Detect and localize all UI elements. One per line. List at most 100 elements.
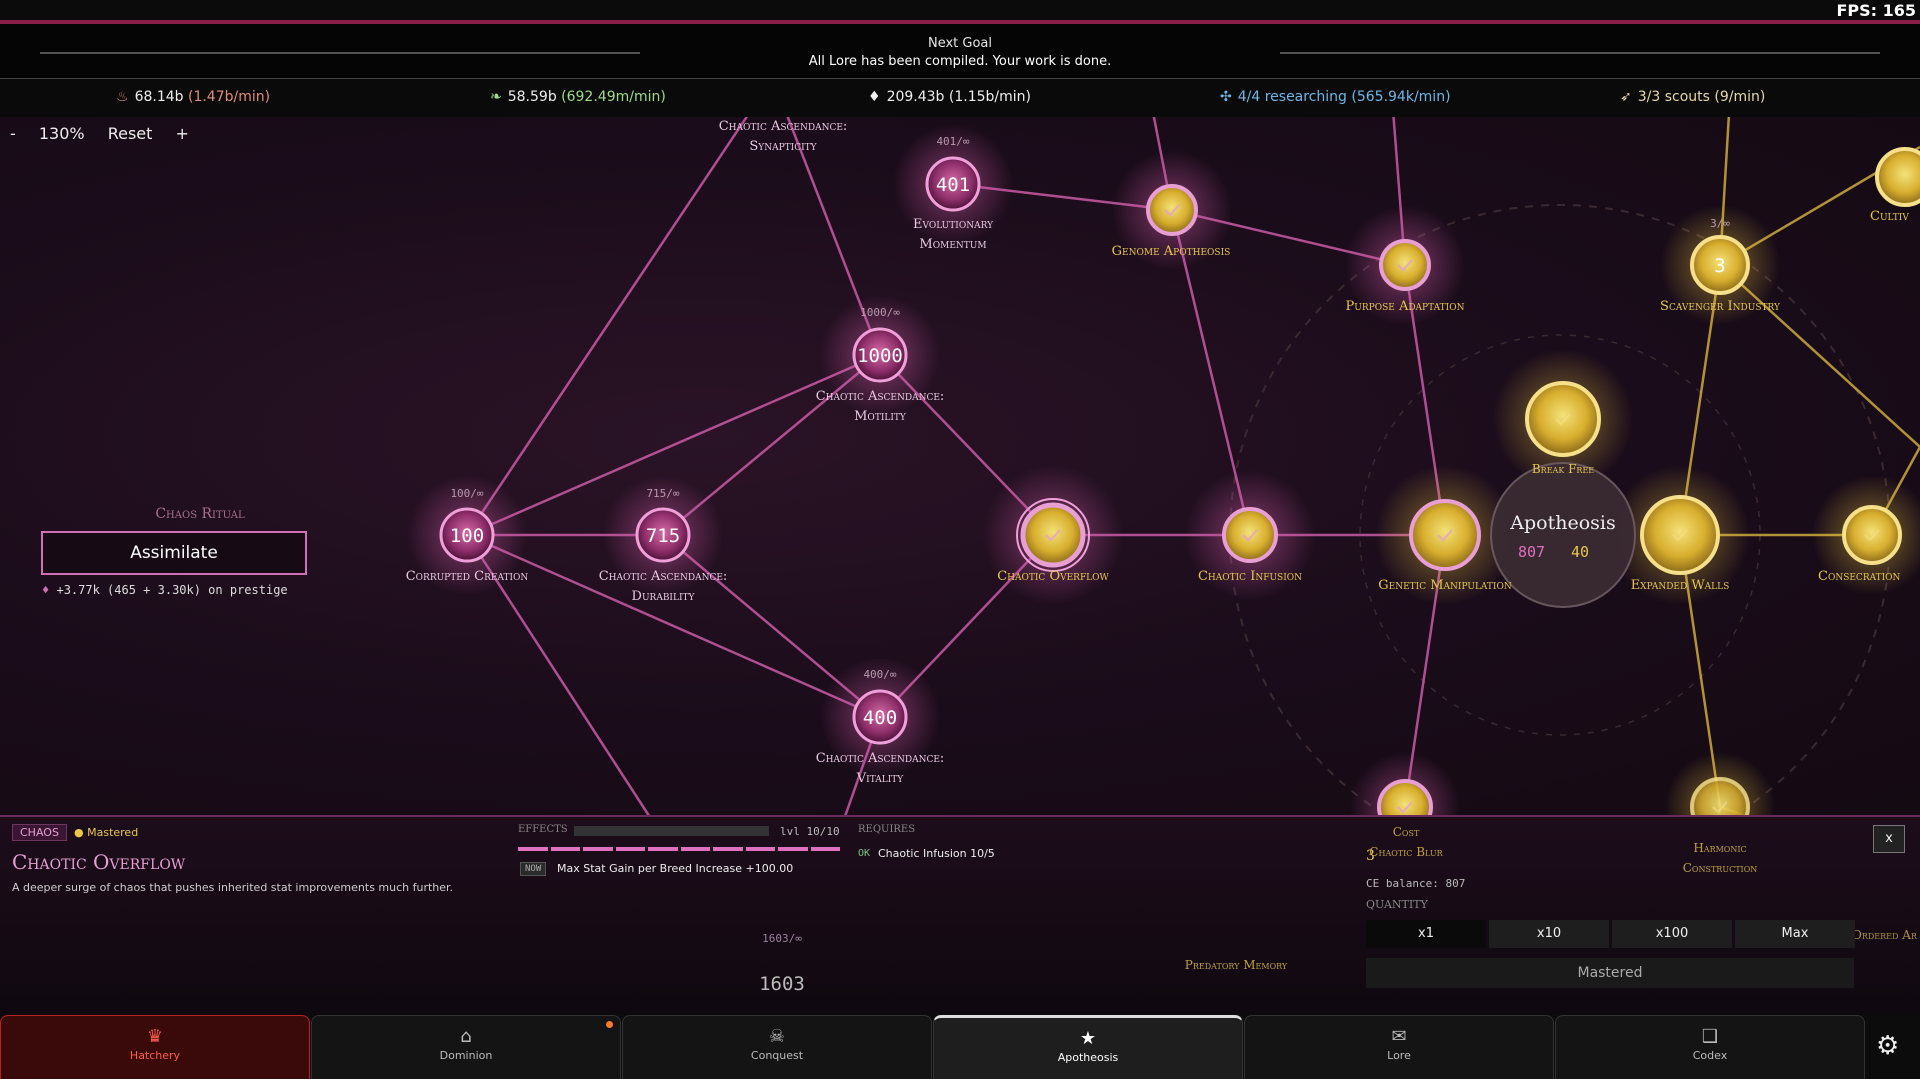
zoom-reset-button[interactable]: Reset [108, 124, 153, 143]
node-purpose-adaptation [1379, 239, 1431, 291]
qty-x1-button[interactable]: x1 [1366, 920, 1486, 948]
node-label-breakfree: Break Free [1531, 462, 1595, 476]
node-chaotic-infusion [1222, 507, 1278, 563]
apotheosis-value-order: 40 [1571, 543, 1590, 561]
tab-label: Apotheosis [1057, 1051, 1119, 1064]
home-icon: ⌂ [460, 1026, 472, 1047]
scout-icon: ➶ [1620, 89, 1632, 105]
node-consecration [1842, 505, 1902, 565]
assimilate-button[interactable]: Assimilate [41, 531, 307, 575]
fps-counter: FPS: 165 [1836, 1, 1916, 20]
status-dot-icon: ● [74, 826, 84, 839]
now-tag: NOW [520, 862, 547, 876]
node-label-overflow: Chaotic Overflow [997, 569, 1109, 584]
node-value: 401 [935, 174, 971, 196]
leaf-icon: ❧ [490, 89, 502, 105]
resource-rate: (692.49m/min) [561, 89, 666, 105]
node-cap: 401/∞ [936, 135, 970, 148]
qty-max-button[interactable]: Max [1735, 920, 1855, 948]
resource-rate: (1.15b/min) [948, 89, 1031, 105]
crown-icon: ♛ [146, 1026, 164, 1047]
tab-label: Hatchery [129, 1049, 181, 1062]
gem-icon: ♦ [42, 583, 50, 597]
node-value: 100 [449, 525, 485, 547]
effect-text: Max Stat Gain per Breed Increase +100.00 [557, 862, 794, 875]
node-value: 1000 [857, 345, 903, 367]
node-label-blur: Cost Chaotic Blur [1369, 825, 1443, 859]
node-harmonic-construction [1690, 777, 1750, 817]
skull-icon: ☠ [768, 1026, 786, 1047]
mastered-button[interactable]: Mastered [1366, 958, 1854, 988]
flame-icon: ♨ [116, 89, 129, 105]
node-label-motility: Chaotic Ascendance: Motility [815, 389, 945, 424]
prestige-text: +3.77k (465 + 3.30k) on prestige [56, 583, 288, 597]
star-icon: ★ [1079, 1028, 1097, 1049]
tab-apotheosis[interactable]: ★ Apotheosis [933, 1015, 1243, 1079]
node-label-infusion: Chaotic Infusion [1197, 569, 1303, 584]
scroll-icon: ✉ [1391, 1026, 1407, 1047]
tab-codex[interactable]: ❑ Codex [1555, 1015, 1865, 1079]
tab-label: Conquest [750, 1049, 804, 1062]
node-value: 715 [645, 525, 681, 547]
node-cap: 1000/∞ [860, 306, 900, 319]
requires-title: REQUIRES [858, 824, 916, 835]
level-text: lvl 10/10 [780, 825, 840, 838]
node-break-free [1525, 381, 1601, 457]
resource-biomass: ❧ 58.59b (692.49m/min) [490, 89, 666, 105]
node-label-vitality: Chaotic Ascendance: Vitality [815, 751, 945, 786]
cost-number: 3 [1366, 848, 1375, 864]
close-button[interactable]: x [1873, 825, 1905, 853]
tab-label: Codex [1692, 1049, 1728, 1062]
node-label-scavenger: Scavenger Industry [1660, 299, 1780, 314]
node-label-walls: Expanded Walls [1630, 578, 1730, 593]
tab-label: Dominion [439, 1049, 493, 1062]
node-cultiv [1875, 147, 1920, 207]
node-label-corrupted: Corrupted Creation [405, 569, 529, 584]
panel-description: A deeper surge of chaos that pushes inhe… [12, 881, 454, 894]
qty-x10-button[interactable]: x10 [1489, 920, 1609, 948]
zoom-controls: - 130% Reset + [10, 124, 207, 143]
node-label-consecration: Consecration [1818, 569, 1901, 584]
node-label-purpose: Purpose Adaptation [1345, 299, 1465, 314]
requirement-text: Chaotic Infusion 10/5 [878, 847, 995, 860]
node-label-evolutionary: Evolutionary Momentum [912, 217, 994, 252]
zoom-in-button[interactable]: + [176, 124, 189, 143]
goal-text: All Lore has been compiled. Your work is… [808, 54, 1112, 69]
zoom-out-button[interactable]: - [10, 124, 16, 143]
resource-value: 4/4 researching [1237, 89, 1347, 105]
quantity-label: QUANTITY [1366, 898, 1428, 911]
node-label-genetic: Genetic Manipulation [1378, 578, 1512, 593]
node-label-genome: Genome Apotheosis [1111, 244, 1231, 259]
node-cap: 400/∞ [863, 668, 897, 681]
tab-dominion[interactable]: ⌂ Dominion [311, 1015, 621, 1079]
research-icon: ✣ [1220, 89, 1232, 105]
tab-hatchery[interactable]: ♛ Hatchery [0, 1015, 310, 1079]
node-cap: 1603/∞ [762, 932, 802, 945]
node-cap: 715/∞ [646, 487, 680, 500]
apotheosis-value-chaos: 807 [1518, 543, 1546, 561]
drop-icon: ♦ [868, 89, 881, 105]
tab-lore[interactable]: ✉ Lore [1244, 1015, 1554, 1079]
node-label-ordered: Ordered Ar [1852, 928, 1917, 942]
resource-rate: (565.94k/min) [1351, 89, 1451, 105]
qty-x100-button[interactable]: x100 [1612, 920, 1732, 948]
effects-bar [574, 826, 769, 836]
tab-conquest[interactable]: ☠ Conquest [622, 1015, 932, 1079]
node-value: 400 [862, 707, 898, 729]
resource-value: 58.59b [507, 89, 557, 105]
resource-rate: (1.47b/min) [187, 89, 271, 105]
mastered-status: ● Mastered [74, 826, 139, 839]
panel-title: Chaotic Overflow [12, 850, 186, 874]
goal-title: Next Goal [927, 36, 993, 51]
ok-tag: OK [858, 848, 871, 859]
gear-icon[interactable]: ⚙ [1876, 1031, 1899, 1061]
ce-balance: CE balance: 807 [1366, 877, 1466, 890]
node-cap: 100/∞ [450, 487, 484, 500]
node-cap: 3/∞ [1710, 217, 1730, 230]
ritual-title: Chaos Ritual [155, 506, 245, 522]
node-label-durability: Chaotic Ascendance: Durability [598, 569, 728, 604]
prestige-gain: ♦ +3.77k (465 + 3.30k) on prestige [42, 583, 288, 597]
node-label-cultiv: Cultiv [1870, 209, 1909, 224]
apotheosis-title: Apotheosis [1510, 512, 1616, 534]
zoom-level: 130% [38, 124, 85, 143]
